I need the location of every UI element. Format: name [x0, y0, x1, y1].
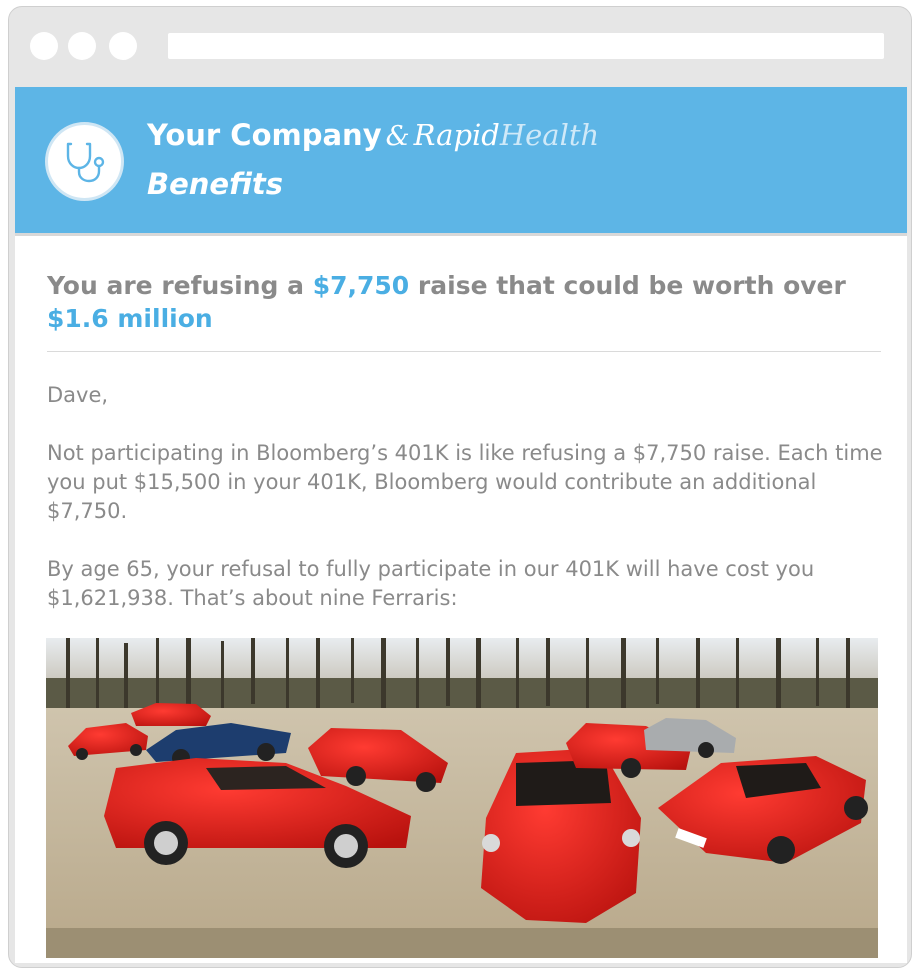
ferraris-photo-illustration — [46, 638, 878, 958]
address-bar[interactable] — [168, 33, 884, 59]
partner-name-rapid: Rapid — [413, 118, 500, 152]
brand-title: Your Company & RapidHealth — [147, 118, 599, 152]
headline-prefix: You are refusing a — [47, 271, 313, 300]
email-content: Your Company & RapidHealth Benefits You ar… — [15, 87, 907, 963]
headline-raise-amount: $7,750 — [312, 271, 410, 300]
headline-total-amount: $1.6 million — [47, 304, 213, 333]
window-maximize-button[interactable] — [109, 32, 137, 60]
brand-ampersand: & — [385, 121, 410, 152]
body-paragraph-2: By age 65, your refusal to fully partici… — [47, 557, 815, 610]
window-close-button[interactable] — [30, 32, 58, 60]
body-paragraph-1: Not participating in Bloomberg’s 401K is… — [47, 441, 883, 523]
email-banner: Your Company & RapidHealth Benefits — [15, 87, 907, 236]
stethoscope-icon — [66, 142, 104, 182]
logo-badge — [45, 122, 124, 201]
ferraris-photo — [46, 638, 878, 958]
browser-window: Your Company & RapidHealth Benefits You ar… — [8, 6, 912, 968]
partner-name-health: Health — [499, 118, 600, 152]
window-titlebar — [9, 7, 911, 87]
company-name: Your Company — [147, 118, 382, 152]
greeting: Dave, — [47, 383, 109, 407]
headline-divider — [47, 351, 881, 352]
email-headline: You are refusing a $7,750 raise that cou… — [47, 269, 887, 335]
window-minimize-button[interactable] — [68, 32, 96, 60]
brand-subtitle: Benefits — [147, 167, 284, 201]
headline-middle: raise that could be worth over — [409, 271, 846, 300]
